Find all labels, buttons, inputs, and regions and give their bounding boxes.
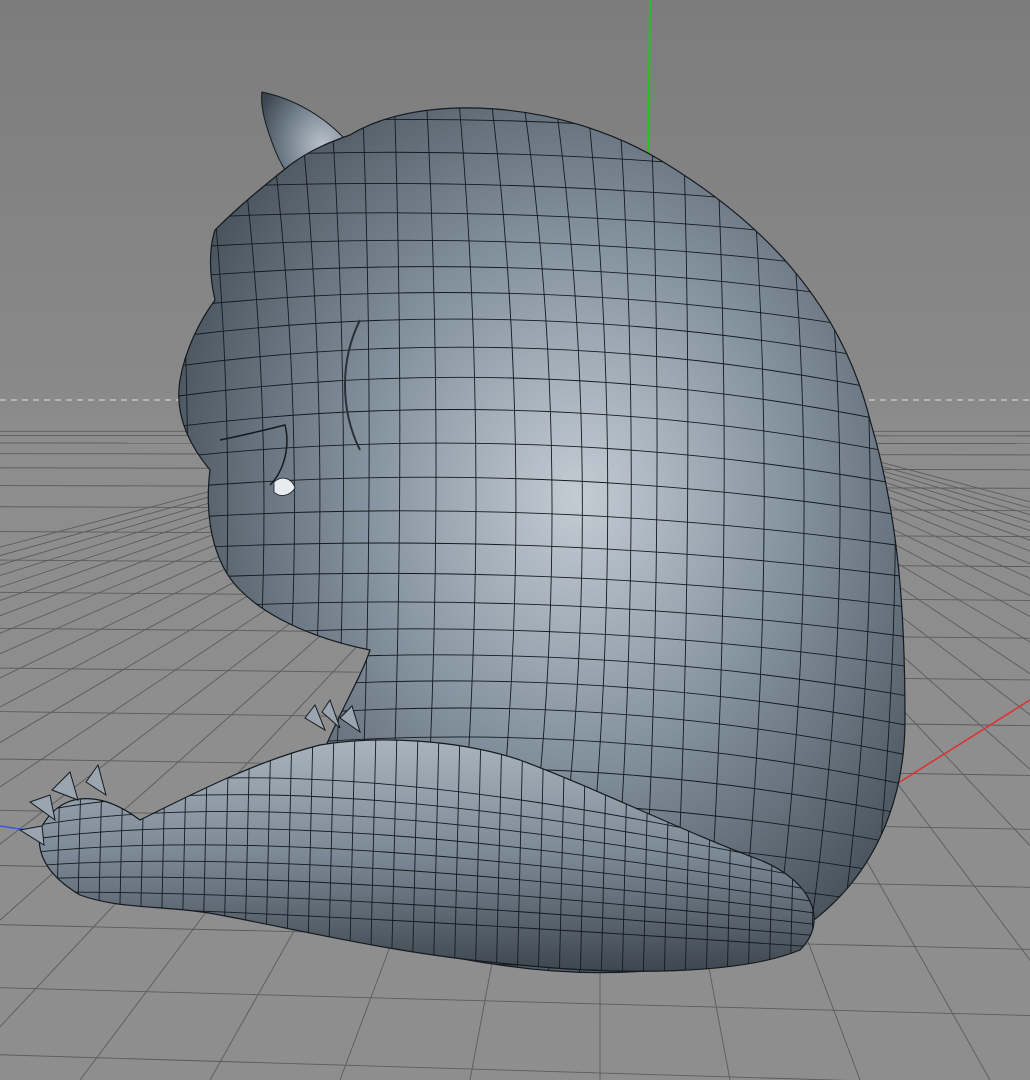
claw-icon <box>51 771 79 801</box>
axis-y-line-icon <box>647 0 651 176</box>
claw-icon <box>321 698 341 729</box>
3d-viewport[interactable] <box>0 0 1030 1080</box>
viewport-canvas[interactable] <box>0 0 1030 1080</box>
axis-x-line-icon <box>894 699 1030 786</box>
claw-icon <box>85 763 107 797</box>
wire-edge <box>895 107 905 973</box>
grid-line <box>0 1054 848 1080</box>
wire-edge <box>39 740 41 972</box>
claw-icon <box>304 703 327 732</box>
creature-mesh[interactable] <box>18 85 930 1000</box>
grid-line <box>0 987 1030 1017</box>
claw-icon <box>18 825 45 846</box>
claw-icon <box>28 794 56 822</box>
